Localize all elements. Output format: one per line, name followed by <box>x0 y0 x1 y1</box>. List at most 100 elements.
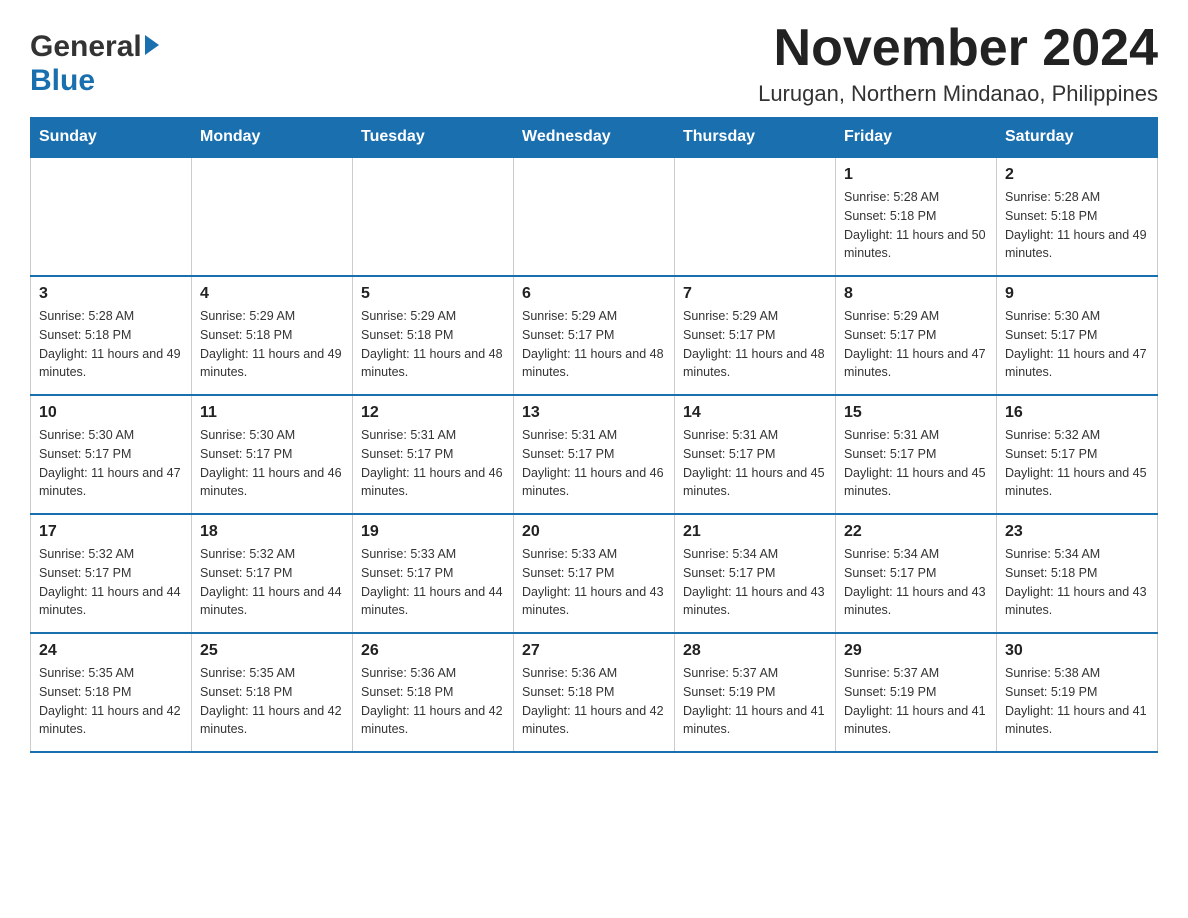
calendar-cell: 5Sunrise: 5:29 AMSunset: 5:18 PMDaylight… <box>353 276 514 395</box>
sunset-text: Sunset: 5:17 PM <box>1005 328 1097 342</box>
sunset-text: Sunset: 5:17 PM <box>1005 447 1097 461</box>
logo-general-line: General <box>30 30 159 64</box>
calendar-cell: 30Sunrise: 5:38 AMSunset: 5:19 PMDayligh… <box>997 633 1158 752</box>
calendar-table: SundayMondayTuesdayWednesdayThursdayFrid… <box>30 117 1158 753</box>
day-number: 10 <box>39 404 183 422</box>
day-number: 7 <box>683 285 827 303</box>
calendar-cell: 12 Sunrise: 5:31 AM Sunset: 5:17 PM Dayligh… <box>353 395 514 514</box>
logo-general-text: General <box>30 30 142 64</box>
sunset-text: Sunset: 5:18 PM <box>200 685 292 699</box>
daylight-text: Daylight: 11 hours and 42 minutes. <box>200 704 342 737</box>
day-info: Sunrise: 5:30 AMSunset: 5:17 PMDaylight:… <box>39 426 183 501</box>
daylight-text: Daylight: 11 hours and 46 minutes. <box>200 466 342 499</box>
day-number: 29 <box>844 642 988 660</box>
daylight-text: Daylight: 11 hours and 44 minutes. <box>39 585 181 618</box>
sunrise-text: Sunrise: 5:32 AM <box>200 547 295 561</box>
daylight-text: Daylight: 11 hours and 48 minutes. <box>683 347 825 380</box>
calendar-cell: 10 Sunrise: 5:30 AMSunset: 5:17 PMDayligh… <box>31 395 192 514</box>
calendar-cell <box>192 157 353 276</box>
column-header-thursday: Thursday <box>675 118 836 158</box>
day-info: Sunrise: 5:32 AMSunset: 5:17 PMDaylight:… <box>39 545 183 620</box>
sunset-text: Sunset: 5:17 PM <box>522 566 614 580</box>
sunrise-text: Sunrise: 5:34 AM <box>1005 547 1100 561</box>
daylight-text: Daylight: 11 hours and 46 minutes. <box>361 466 503 499</box>
day-number: 5 <box>361 285 505 303</box>
day-info: Sunrise: 5:32 AMSunset: 5:17 PMDaylight:… <box>200 545 344 620</box>
sunrise-text: Sunrise: 5:30 AM <box>39 428 134 442</box>
day-info: Sunrise: 5:38 AMSunset: 5:19 PMDaylight:… <box>1005 664 1149 739</box>
sunset-text: Sunset: 5:18 PM <box>39 685 131 699</box>
day-info: Sunrise: 5:31 AMSunset: 5:17 PMDaylight:… <box>522 426 666 501</box>
sunrise-text: Sunrise: 5:31 AM <box>361 428 456 442</box>
calendar-cell: 18Sunrise: 5:32 AMSunset: 5:17 PMDayligh… <box>192 514 353 633</box>
sunrise-text: Sunrise: 5:36 AM <box>522 666 617 680</box>
column-header-tuesday: Tuesday <box>353 118 514 158</box>
day-number: 16 <box>1005 404 1149 422</box>
calendar-cell: 22Sunrise: 5:34 AMSunset: 5:17 PMDayligh… <box>836 514 997 633</box>
daylight-text: Daylight: 11 hours and 41 minutes. <box>683 704 825 737</box>
day-number: 25 <box>200 642 344 660</box>
sunset-text: Sunset: 5:17 PM <box>361 447 453 461</box>
sunrise-text: Sunrise: 5:37 AM <box>844 666 939 680</box>
sunset-text: Sunset: 5:17 PM <box>39 566 131 580</box>
day-number: 12 <box>361 404 505 422</box>
sunset-text: Sunset: 5:18 PM <box>844 209 936 223</box>
daylight-text: Daylight: 11 hours and 48 minutes. <box>361 347 503 380</box>
day-info: Sunrise: 5:29 AMSunset: 5:18 PMDaylight:… <box>200 307 344 382</box>
day-info: Sunrise: 5:34 AMSunset: 5:17 PMDaylight:… <box>683 545 827 620</box>
calendar-cell <box>675 157 836 276</box>
daylight-text: Daylight: 11 hours and 43 minutes. <box>1005 585 1147 618</box>
sunrise-text: Sunrise: 5:35 AM <box>39 666 134 680</box>
sunrise-text: Sunrise: 5:30 AM <box>1005 309 1100 323</box>
calendar-cell <box>353 157 514 276</box>
sunrise-text: Sunrise: 5:34 AM <box>844 547 939 561</box>
day-number: 6 <box>522 285 666 303</box>
day-info: Sunrise: 5:34 AMSunset: 5:17 PMDaylight:… <box>844 545 988 620</box>
column-header-friday: Friday <box>836 118 997 158</box>
day-number: 2 <box>1005 166 1149 184</box>
day-info: Sunrise: 5:31 AMSunset: 5:17 PMDaylight:… <box>844 426 988 501</box>
calendar-cell: 9 Sunrise: 5:30 AM Sunset: 5:17 PM Daylight… <box>997 276 1158 395</box>
daylight-text: Daylight: 11 hours and 47 minutes. <box>39 466 181 499</box>
day-info: Sunrise: 5:29 AMSunset: 5:17 PMDaylight:… <box>683 307 827 382</box>
daylight-text: Daylight: 11 hours and 44 minutes. <box>361 585 503 618</box>
logo-blue-line: Blue <box>30 64 95 98</box>
sunset-text: Sunset: 5:19 PM <box>844 685 936 699</box>
day-number: 4 <box>200 285 344 303</box>
calendar-cell: 28Sunrise: 5:37 AMSunset: 5:19 PMDayligh… <box>675 633 836 752</box>
sunset-text: Sunset: 5:18 PM <box>39 328 131 342</box>
daylight-text: Daylight: 11 hours and 49 minutes. <box>200 347 342 380</box>
day-info: Sunrise: 5:34 AM Sunset: 5:18 PM Daylight:… <box>1005 545 1149 620</box>
day-info: Sunrise: 5:31 AM Sunset: 5:17 PM Daylight:… <box>361 426 505 501</box>
day-info: Sunrise: 5:28 AMSunset: 5:18 PMDaylight:… <box>39 307 183 382</box>
sunset-text: Sunset: 5:19 PM <box>683 685 775 699</box>
column-header-saturday: Saturday <box>997 118 1158 158</box>
day-number: 9 <box>1005 285 1149 303</box>
daylight-text: Daylight: 11 hours and 42 minutes. <box>361 704 503 737</box>
calendar-cell: 29Sunrise: 5:37 AMSunset: 5:19 PMDayligh… <box>836 633 997 752</box>
calendar-week-3: 10Sunrise: 5:30 AMSunset: 5:17 PMDayligh… <box>31 395 1158 514</box>
daylight-text: Daylight: 11 hours and 49 minutes. <box>39 347 181 380</box>
day-number: 3 <box>39 285 183 303</box>
sunset-text: Sunset: 5:17 PM <box>200 447 292 461</box>
sunset-text: Sunset: 5:18 PM <box>361 685 453 699</box>
calendar-cell: 19Sunrise: 5:33 AMSunset: 5:17 PMDayligh… <box>353 514 514 633</box>
day-number: 11 <box>200 404 344 422</box>
day-info: Sunrise: 5:32 AMSunset: 5:17 PMDaylight:… <box>1005 426 1149 501</box>
calendar-cell: 16 Sunrise: 5:32 AMSunset: 5:17 PMDayligh… <box>997 395 1158 514</box>
calendar-cell: 25Sunrise: 5:35 AMSunset: 5:18 PMDayligh… <box>192 633 353 752</box>
day-number: 23 <box>1005 523 1149 541</box>
day-number: 20 <box>522 523 666 541</box>
day-info: Sunrise: 5:29 AMSunset: 5:17 PMDaylight:… <box>522 307 666 382</box>
sunset-text: Sunset: 5:18 PM <box>1005 566 1097 580</box>
day-info: Sunrise: 5:36 AMSunset: 5:18 PMDaylight:… <box>522 664 666 739</box>
calendar-cell: 13Sunrise: 5:31 AMSunset: 5:17 PMDayligh… <box>514 395 675 514</box>
daylight-text: Daylight: 11 hours and 43 minutes. <box>844 585 986 618</box>
calendar-cell: 7 Sunrise: 5:29 AMSunset: 5:17 PMDaylight… <box>675 276 836 395</box>
day-info: Sunrise: 5:35 AMSunset: 5:18 PMDaylight:… <box>39 664 183 739</box>
sunrise-text: Sunrise: 5:29 AM <box>522 309 617 323</box>
sunset-text: Sunset: 5:17 PM <box>522 328 614 342</box>
sunrise-text: Sunrise: 5:29 AM <box>200 309 295 323</box>
calendar-cell: 14Sunrise: 5:31 AMSunset: 5:17 PMDayligh… <box>675 395 836 514</box>
daylight-text: Daylight: 11 hours and 47 minutes. <box>1005 347 1147 380</box>
